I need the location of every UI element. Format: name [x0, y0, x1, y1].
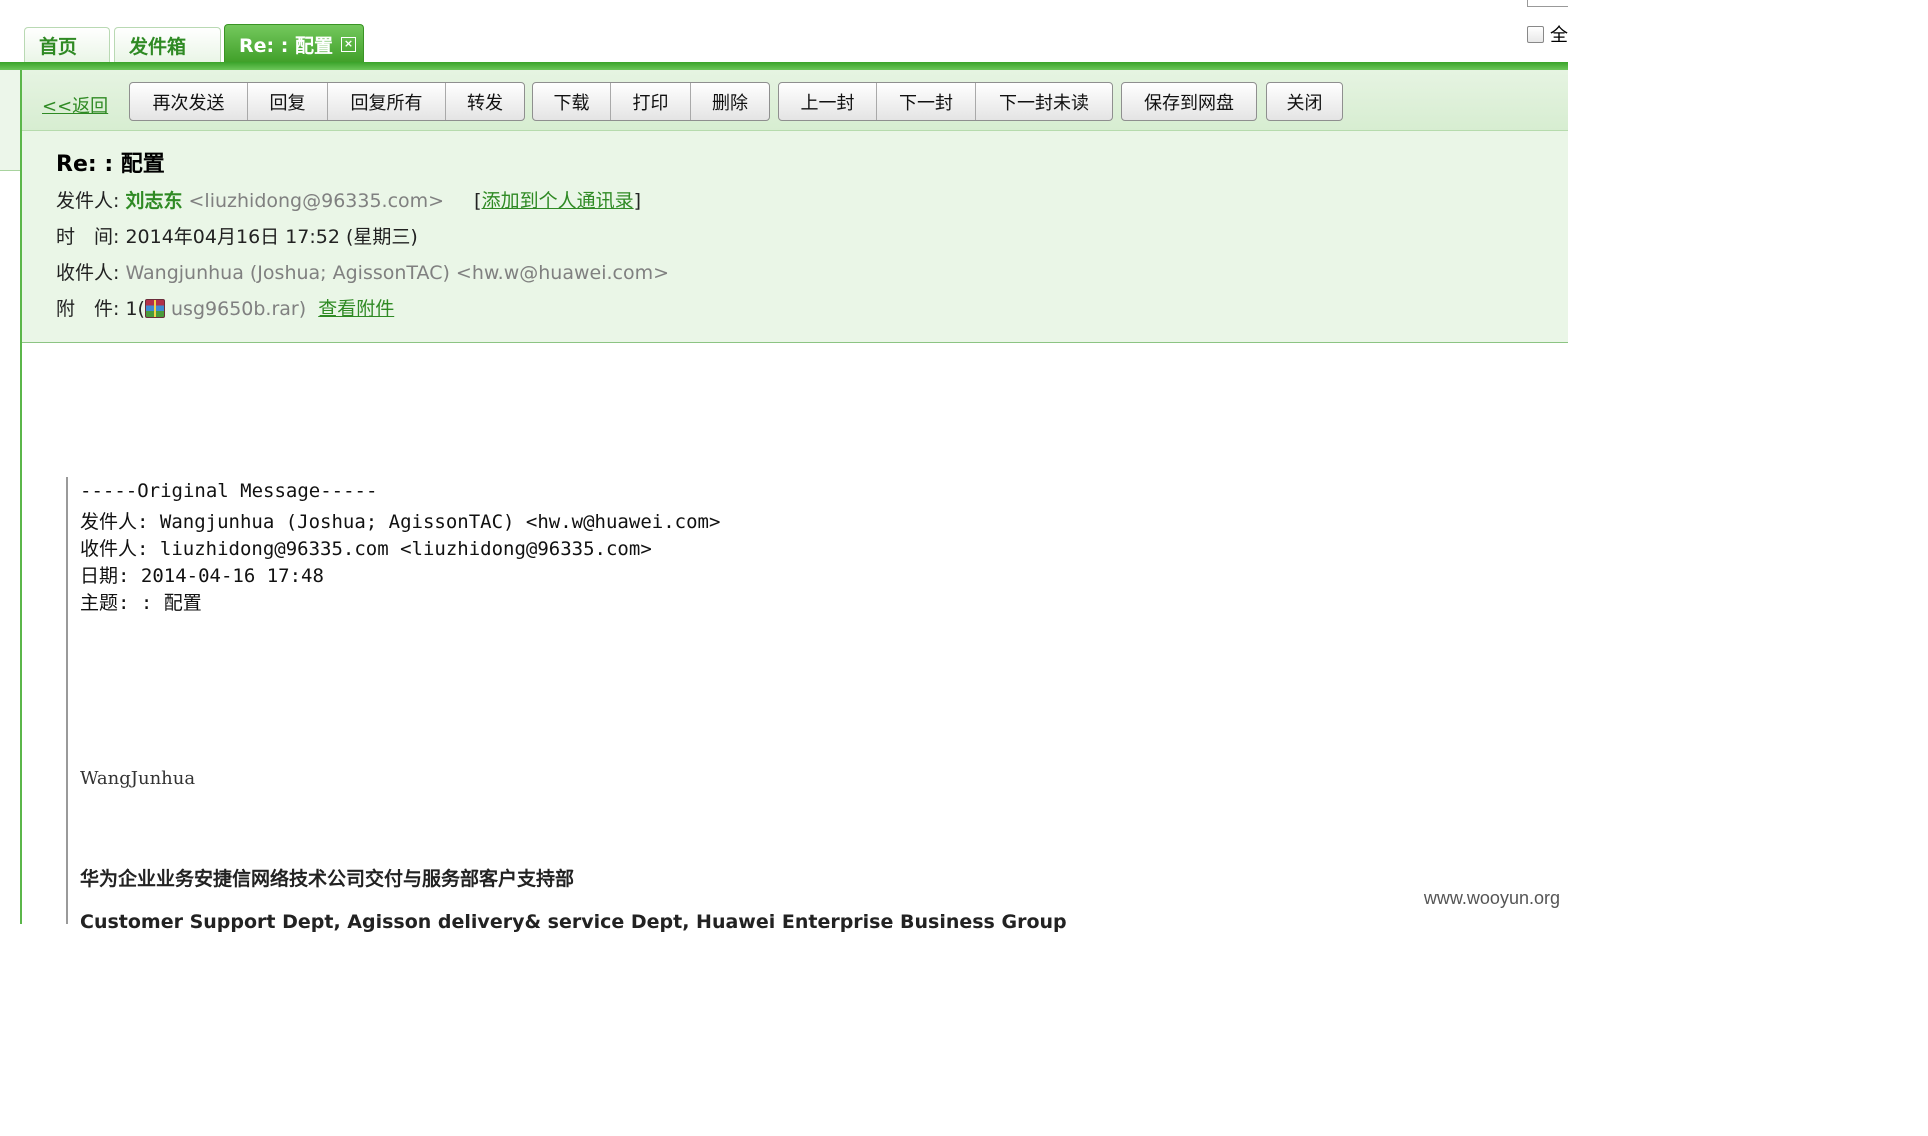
signature-department-cn: 华为企业业务安捷信网络技术公司交付与服务部客户支持部 [80, 868, 575, 890]
to-value: Wangjunhua (Joshua; AgissonTAC) <hw.w@hu… [125, 262, 670, 284]
to-row: 收件人: Wangjunhua (Joshua; AgissonTAC) <hw… [56, 258, 669, 285]
save-button-group: 保存到网盘 [1121, 82, 1257, 121]
to-label: 收件人: [56, 262, 120, 284]
view-attachment-link[interactable]: 查看附件 [318, 298, 394, 320]
next-unread-button[interactable]: 下一封未读 [976, 83, 1112, 120]
watermark: www.wooyun.org [1423, 888, 1560, 908]
download-button[interactable]: 下载 [533, 83, 611, 120]
next-message-button[interactable]: 下一封 [877, 83, 976, 120]
original-message-header: -----Original Message----- [80, 480, 378, 502]
delete-button[interactable]: 删除 [691, 83, 769, 120]
tab-home[interactable]: 首页 [24, 27, 110, 63]
previous-message-button[interactable]: 上一封 [779, 83, 877, 120]
tab-current-message-label: Re: : 配置 [239, 35, 333, 57]
time-row: 时 间: 2014年04月16日 17:52 (星期三) [56, 222, 418, 249]
attachment-label: 附 件: [56, 298, 120, 320]
attachment-row: 附 件: 1( usg9650b.rar) 查看附件 [56, 294, 394, 321]
attachment-name: usg9650b.rar) [171, 298, 307, 320]
rar-archive-icon [144, 299, 165, 318]
add-contact-link[interactable]: 添加到个人通讯录 [482, 190, 634, 212]
original-from-line: 发件人: Wangjunhua (Joshua; AgissonTAC) <hw… [80, 511, 721, 533]
forward-button[interactable]: 转发 [446, 83, 524, 120]
print-button[interactable]: 打印 [611, 83, 691, 120]
message-header: Re: : 配置 发件人: 刘志东 <liuzhidong@96335.com>… [22, 131, 1568, 343]
message-subject: Re: : 配置 [56, 152, 165, 177]
sender-name[interactable]: 刘志东 [125, 190, 182, 212]
reply-button-group: 再次发送 回复 回复所有 转发 [129, 82, 525, 121]
navigation-button-group: 上一封 下一封 下一封未读 [778, 82, 1113, 121]
tab-underline-band [0, 62, 1568, 70]
tab-current-message[interactable]: Re: : 配置 × [224, 24, 364, 64]
left-rail [0, 70, 22, 171]
reply-all-button[interactable]: 回复所有 [328, 83, 446, 120]
close-tab-icon[interactable]: × [340, 37, 356, 52]
tab-outbox[interactable]: 发件箱 [114, 27, 221, 63]
add-contact-bracket-close: ] [633, 190, 642, 212]
from-label: 发件人: [56, 190, 120, 212]
sender-email: <liuzhidong@96335.com> [188, 190, 445, 212]
original-date-line: 日期: 2014-04-16 17:48 [80, 565, 324, 587]
back-link[interactable]: <<返回 [42, 92, 108, 118]
resend-button[interactable]: 再次发送 [130, 83, 248, 120]
add-contact-bracket-open: [ [474, 190, 482, 212]
original-subject-line: 主题: : 配置 [80, 592, 202, 614]
tab-bar: 首页 发件箱 Re: : 配置 × [0, 0, 1568, 64]
attachment-count: 1( [125, 298, 145, 320]
save-to-netdisk-button[interactable]: 保存到网盘 [1122, 83, 1256, 120]
quote-bar [66, 477, 68, 924]
signature-department-en: Customer Support Dept, Agisson delivery&… [80, 911, 1067, 933]
close-button-group: 关闭 [1266, 82, 1343, 121]
file-button-group: 下载 打印 删除 [532, 82, 770, 121]
tab-home-label: 首页 [39, 36, 78, 58]
time-value: 2014年04月16日 17:52 (星期三) [125, 226, 418, 248]
close-button[interactable]: 关闭 [1267, 83, 1342, 120]
original-to-line: 收件人: liuzhidong@96335.com <liuzhidong@96… [80, 538, 652, 560]
signature-name: WangJunhua [80, 768, 196, 789]
message-toolbar: <<返回 再次发送 回复 回复所有 转发 下载 打印 删除 上一封 下一封 下一… [22, 70, 1568, 131]
reply-button[interactable]: 回复 [248, 83, 328, 120]
from-row: 发件人: 刘志东 <liuzhidong@96335.com> [添加到个人通讯… [56, 186, 641, 213]
tab-outbox-label: 发件箱 [129, 36, 187, 58]
time-label: 时 间: [56, 226, 120, 248]
